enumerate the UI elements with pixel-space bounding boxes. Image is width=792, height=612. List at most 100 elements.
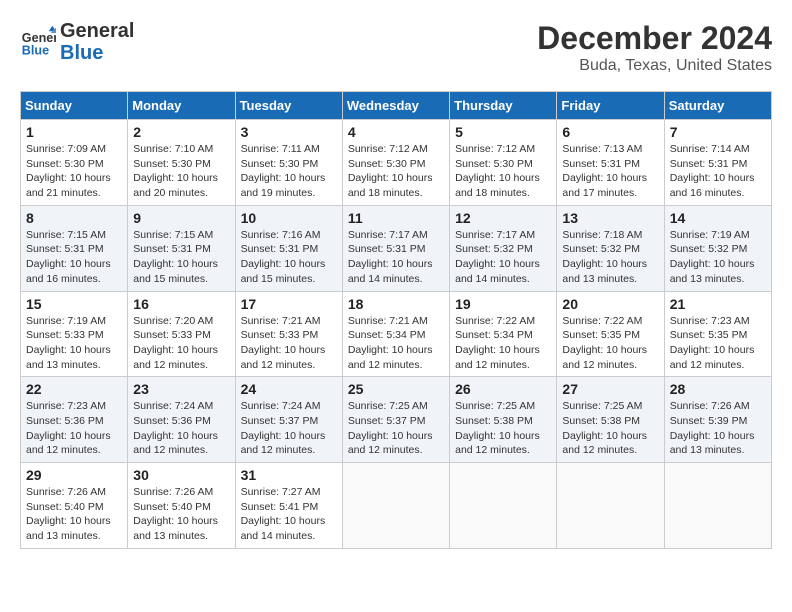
calendar-cell: 9 Sunrise: 7:15 AM Sunset: 5:31 PM Daylig…	[128, 205, 235, 291]
day-number: 25	[348, 381, 444, 397]
day-info: Sunrise: 7:12 AM Sunset: 5:30 PM Dayligh…	[455, 142, 551, 201]
day-number: 24	[241, 381, 337, 397]
day-number: 4	[348, 124, 444, 140]
day-info: Sunrise: 7:16 AM Sunset: 5:31 PM Dayligh…	[241, 228, 337, 287]
day-info: Sunrise: 7:09 AM Sunset: 5:30 PM Dayligh…	[26, 142, 122, 201]
calendar-cell: 17 Sunrise: 7:21 AM Sunset: 5:33 PM Dayli…	[235, 291, 342, 377]
day-number: 31	[241, 467, 337, 483]
day-number: 3	[241, 124, 337, 140]
day-info: Sunrise: 7:22 AM Sunset: 5:35 PM Dayligh…	[562, 314, 658, 373]
day-number: 9	[133, 210, 229, 226]
day-number: 17	[241, 296, 337, 312]
calendar-cell: 13 Sunrise: 7:18 AM Sunset: 5:32 PM Dayli…	[557, 205, 664, 291]
day-info: Sunrise: 7:14 AM Sunset: 5:31 PM Dayligh…	[670, 142, 766, 201]
day-info: Sunrise: 7:25 AM Sunset: 5:38 PM Dayligh…	[455, 399, 551, 458]
day-number: 30	[133, 467, 229, 483]
calendar-cell: 15 Sunrise: 7:19 AM Sunset: 5:33 PM Dayli…	[21, 291, 128, 377]
day-info: Sunrise: 7:17 AM Sunset: 5:32 PM Dayligh…	[455, 228, 551, 287]
day-info: Sunrise: 7:26 AM Sunset: 5:40 PM Dayligh…	[26, 485, 122, 544]
day-info: Sunrise: 7:10 AM Sunset: 5:30 PM Dayligh…	[133, 142, 229, 201]
location-title: Buda, Texas, United States	[537, 57, 772, 75]
calendar-cell: 12 Sunrise: 7:17 AM Sunset: 5:32 PM Dayli…	[450, 205, 557, 291]
calendar-cell	[664, 463, 771, 549]
day-number: 23	[133, 381, 229, 397]
day-number: 29	[26, 467, 122, 483]
day-number: 7	[670, 124, 766, 140]
calendar-cell: 20 Sunrise: 7:22 AM Sunset: 5:35 PM Dayli…	[557, 291, 664, 377]
calendar-cell: 11 Sunrise: 7:17 AM Sunset: 5:31 PM Dayli…	[342, 205, 449, 291]
logo-blue: Blue	[60, 42, 134, 64]
day-info: Sunrise: 7:21 AM Sunset: 5:33 PM Dayligh…	[241, 314, 337, 373]
day-number: 19	[455, 296, 551, 312]
calendar-cell: 30 Sunrise: 7:26 AM Sunset: 5:40 PM Dayli…	[128, 463, 235, 549]
calendar-cell: 21 Sunrise: 7:23 AM Sunset: 5:35 PM Dayli…	[664, 291, 771, 377]
day-number: 13	[562, 210, 658, 226]
calendar-cell: 3Sunrise: 7:11 AM Sunset: 5:30 PM Daylig…	[235, 120, 342, 206]
weekday-header-thursday: Thursday	[450, 92, 557, 120]
day-info: Sunrise: 7:20 AM Sunset: 5:33 PM Dayligh…	[133, 314, 229, 373]
day-info: Sunrise: 7:21 AM Sunset: 5:34 PM Dayligh…	[348, 314, 444, 373]
day-info: Sunrise: 7:26 AM Sunset: 5:40 PM Dayligh…	[133, 485, 229, 544]
day-info: Sunrise: 7:15 AM Sunset: 5:31 PM Dayligh…	[133, 228, 229, 287]
calendar-cell: 10 Sunrise: 7:16 AM Sunset: 5:31 PM Dayli…	[235, 205, 342, 291]
calendar-cell: 8 Sunrise: 7:15 AM Sunset: 5:31 PM Daylig…	[21, 205, 128, 291]
calendar-cell: 29 Sunrise: 7:26 AM Sunset: 5:40 PM Dayli…	[21, 463, 128, 549]
calendar-cell: 24 Sunrise: 7:24 AM Sunset: 5:37 PM Dayli…	[235, 377, 342, 463]
day-info: Sunrise: 7:17 AM Sunset: 5:31 PM Dayligh…	[348, 228, 444, 287]
calendar-cell: 23 Sunrise: 7:24 AM Sunset: 5:36 PM Dayli…	[128, 377, 235, 463]
day-number: 6	[562, 124, 658, 140]
day-number: 20	[562, 296, 658, 312]
calendar-cell: 27Sunrise: 7:25 AM Sunset: 5:38 PM Dayli…	[557, 377, 664, 463]
logo: General Blue General Blue	[20, 20, 134, 64]
calendar-cell: 22Sunrise: 7:23 AM Sunset: 5:36 PM Dayli…	[21, 377, 128, 463]
day-number: 2	[133, 124, 229, 140]
day-number: 14	[670, 210, 766, 226]
weekday-header-sunday: Sunday	[21, 92, 128, 120]
day-number: 28	[670, 381, 766, 397]
calendar-cell: 16Sunrise: 7:20 AM Sunset: 5:33 PM Dayli…	[128, 291, 235, 377]
day-info: Sunrise: 7:23 AM Sunset: 5:35 PM Dayligh…	[670, 314, 766, 373]
svg-text:Blue: Blue	[22, 44, 49, 58]
logo-icon: General Blue	[20, 24, 56, 60]
day-number: 1	[26, 124, 122, 140]
day-info: Sunrise: 7:13 AM Sunset: 5:31 PM Dayligh…	[562, 142, 658, 201]
day-info: Sunrise: 7:19 AM Sunset: 5:33 PM Dayligh…	[26, 314, 122, 373]
day-number: 22	[26, 381, 122, 397]
day-info: Sunrise: 7:24 AM Sunset: 5:37 PM Dayligh…	[241, 399, 337, 458]
calendar-week-2: 8 Sunrise: 7:15 AM Sunset: 5:31 PM Daylig…	[21, 205, 772, 291]
day-info: Sunrise: 7:12 AM Sunset: 5:30 PM Dayligh…	[348, 142, 444, 201]
calendar-cell: 26Sunrise: 7:25 AM Sunset: 5:38 PM Dayli…	[450, 377, 557, 463]
calendar-cell	[557, 463, 664, 549]
calendar-cell: 25Sunrise: 7:25 AM Sunset: 5:37 PM Dayli…	[342, 377, 449, 463]
logo-general: General	[60, 20, 134, 42]
weekday-header-tuesday: Tuesday	[235, 92, 342, 120]
day-info: Sunrise: 7:15 AM Sunset: 5:31 PM Dayligh…	[26, 228, 122, 287]
day-number: 12	[455, 210, 551, 226]
day-info: Sunrise: 7:27 AM Sunset: 5:41 PM Dayligh…	[241, 485, 337, 544]
month-title: December 2024	[537, 20, 772, 57]
day-info: Sunrise: 7:25 AM Sunset: 5:38 PM Dayligh…	[562, 399, 658, 458]
day-info: Sunrise: 7:18 AM Sunset: 5:32 PM Dayligh…	[562, 228, 658, 287]
calendar-cell: 31 Sunrise: 7:27 AM Sunset: 5:41 PM Dayli…	[235, 463, 342, 549]
day-number: 15	[26, 296, 122, 312]
day-info: Sunrise: 7:24 AM Sunset: 5:36 PM Dayligh…	[133, 399, 229, 458]
calendar-week-5: 29 Sunrise: 7:26 AM Sunset: 5:40 PM Dayli…	[21, 463, 772, 549]
calendar-cell: 18Sunrise: 7:21 AM Sunset: 5:34 PM Dayli…	[342, 291, 449, 377]
calendar-cell: 7 Sunrise: 7:14 AM Sunset: 5:31 PM Daylig…	[664, 120, 771, 206]
day-number: 8	[26, 210, 122, 226]
calendar-week-1: 1 Sunrise: 7:09 AM Sunset: 5:30 PM Daylig…	[21, 120, 772, 206]
calendar-week-4: 22Sunrise: 7:23 AM Sunset: 5:36 PM Dayli…	[21, 377, 772, 463]
calendar-cell: 2 Sunrise: 7:10 AM Sunset: 5:30 PM Daylig…	[128, 120, 235, 206]
day-number: 10	[241, 210, 337, 226]
weekday-header-saturday: Saturday	[664, 92, 771, 120]
calendar-cell: 1 Sunrise: 7:09 AM Sunset: 5:30 PM Daylig…	[21, 120, 128, 206]
day-number: 21	[670, 296, 766, 312]
calendar-cell: 19Sunrise: 7:22 AM Sunset: 5:34 PM Dayli…	[450, 291, 557, 377]
weekday-header-monday: Monday	[128, 92, 235, 120]
day-info: Sunrise: 7:19 AM Sunset: 5:32 PM Dayligh…	[670, 228, 766, 287]
title-area: December 2024 Buda, Texas, United States	[537, 20, 772, 75]
day-number: 11	[348, 210, 444, 226]
calendar-cell: 14 Sunrise: 7:19 AM Sunset: 5:32 PM Dayli…	[664, 205, 771, 291]
calendar-cell: 28Sunrise: 7:26 AM Sunset: 5:39 PM Dayli…	[664, 377, 771, 463]
calendar-cell: 4 Sunrise: 7:12 AM Sunset: 5:30 PM Daylig…	[342, 120, 449, 206]
